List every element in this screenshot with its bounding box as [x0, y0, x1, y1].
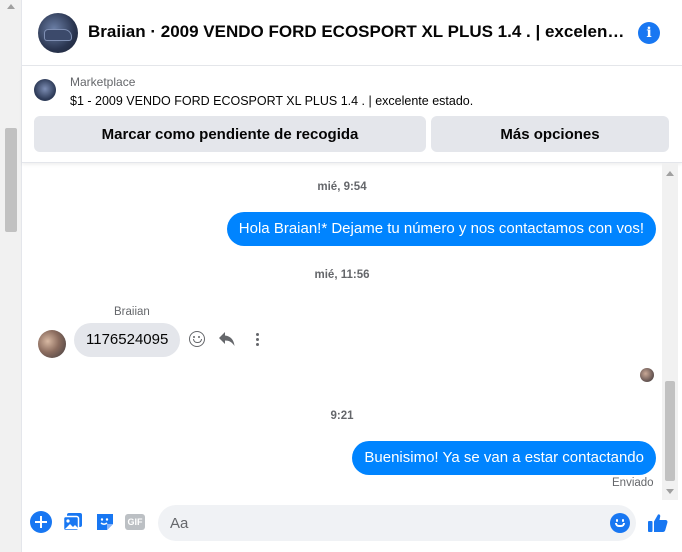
chat-scrollbar-thumb[interactable] [665, 381, 675, 481]
more-options-button[interactable]: Más opciones [431, 116, 669, 152]
sent-status: Enviado [612, 477, 654, 489]
chat-scroll-down-icon[interactable] [666, 489, 674, 494]
outgoing-message[interactable]: Buenisimo! Ya se van a estar contactando [352, 441, 656, 475]
message-input[interactable] [170, 505, 590, 541]
page-scrollbar[interactable] [0, 0, 22, 552]
marketplace-card: Marketplace $1 - 2009 VENDO FORD ECOSPOR… [22, 66, 682, 163]
message-actions [188, 330, 266, 348]
timestamp: mié, 11:56 [314, 269, 370, 281]
gif-icon[interactable]: GIF [125, 511, 147, 533]
reply-icon[interactable] [218, 330, 236, 348]
more-actions-icon[interactable] [248, 330, 266, 348]
composer: GIF [22, 500, 682, 552]
page-scrollbar-thumb[interactable] [5, 128, 17, 232]
marketplace-label: Marketplace [70, 75, 136, 89]
mark-pending-pickup-button[interactable]: Marcar como pendiente de recogida [34, 116, 426, 152]
incoming-message[interactable]: 1176524095 [74, 323, 181, 357]
react-icon[interactable] [188, 330, 206, 348]
timestamp: 9:21 [330, 410, 354, 422]
timestamp: mié, 9:54 [317, 181, 367, 193]
listing-title[interactable]: $1 - 2009 VENDO FORD ECOSPORT XL PLUS 1.… [70, 94, 473, 108]
listing-thumbnail[interactable] [34, 79, 56, 101]
chat-title[interactable]: Braiian · 2009 VENDO FORD ECOSPORT XL PL… [88, 22, 628, 42]
chat-scrollbar[interactable] [662, 163, 678, 500]
outgoing-message[interactable]: Hola Braian!* Dejame tu número y nos con… [226, 212, 656, 246]
sender-name: Braiian [114, 306, 150, 318]
thumbs-up-icon[interactable] [646, 511, 668, 533]
emoji-icon[interactable] [610, 513, 630, 533]
seen-indicator-avatar [640, 368, 654, 382]
scroll-up-arrow-icon[interactable] [7, 4, 15, 9]
info-icon[interactable]: i [638, 22, 660, 44]
message-input-container[interactable] [158, 505, 636, 541]
chat-scroll-up-icon[interactable] [666, 171, 674, 176]
photo-icon[interactable] [62, 511, 84, 533]
sticker-icon[interactable] [94, 511, 116, 533]
listing-avatar[interactable] [38, 13, 78, 53]
sender-avatar[interactable] [38, 330, 66, 358]
gif-label: GIF [125, 514, 145, 530]
chat-header: Braiian · 2009 VENDO FORD ECOSPORT XL PL… [22, 0, 682, 66]
plus-icon[interactable] [30, 511, 52, 533]
chat-window: Braiian · 2009 VENDO FORD ECOSPORT XL PL… [22, 0, 682, 552]
